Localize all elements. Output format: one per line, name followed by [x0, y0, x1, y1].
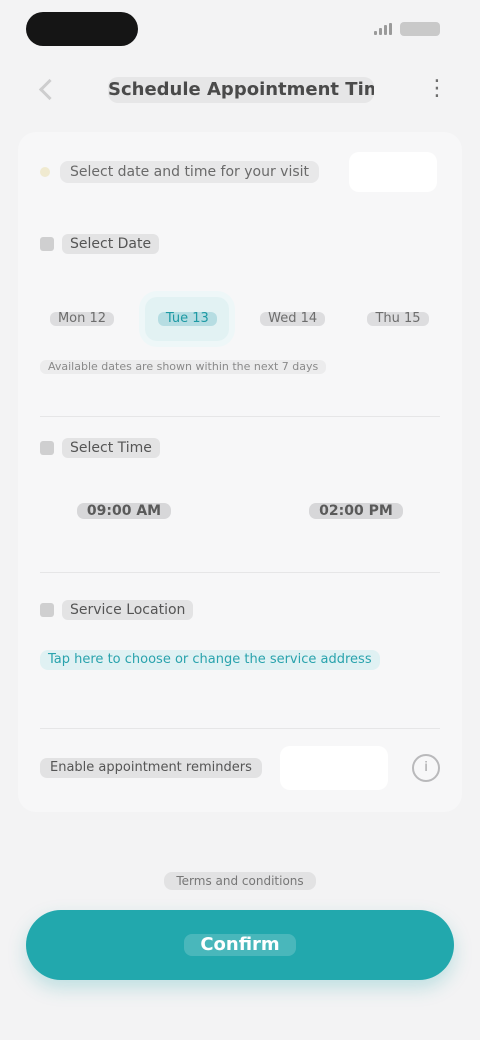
- back-icon[interactable]: [38, 78, 61, 101]
- battery-icon: [400, 22, 440, 36]
- date-option-3[interactable]: Thu 15: [356, 297, 440, 341]
- signal-icon: [374, 23, 392, 35]
- divider: [40, 416, 440, 417]
- info-icon[interactable]: i: [412, 754, 440, 782]
- time-option-1[interactable]: 02:00 PM: [298, 496, 414, 526]
- reminder-field[interactable]: [279, 746, 388, 790]
- header: Schedule Appointment Time ⋮: [0, 60, 480, 120]
- clock-icon: [40, 441, 54, 455]
- date-option-0[interactable]: Mon 12: [40, 297, 124, 341]
- status-indicators: [374, 22, 440, 36]
- status-bar: [0, 0, 480, 60]
- date-label: Select Date: [62, 234, 160, 254]
- time-section-label: Select Time: [40, 436, 440, 460]
- hint-dot-icon: [40, 167, 50, 177]
- date-option-1[interactable]: Tue 13: [145, 297, 230, 341]
- time-option-label: 02:00 PM: [309, 503, 403, 519]
- date-section-label: Select Date: [40, 232, 440, 256]
- divider: [40, 728, 440, 729]
- phone-screen: Schedule Appointment Time ⋮ Select date …: [0, 0, 480, 1040]
- location-pin-icon: [40, 603, 54, 617]
- time-option-label: 09:00 AM: [76, 503, 172, 519]
- confirm-button-label: Confirm: [184, 934, 296, 956]
- appointment-card: Select date and time for your visit Sele…: [18, 132, 462, 812]
- date-option-2[interactable]: Wed 14: [251, 297, 335, 341]
- confirm-button[interactable]: Confirm: [26, 910, 454, 980]
- location-link-text[interactable]: Tap here to choose or change the service…: [40, 650, 380, 670]
- date-option-label: Mon 12: [49, 312, 115, 326]
- status-pill: [26, 12, 138, 46]
- time-label: Select Time: [62, 438, 160, 458]
- time-section: Select Time 09:00 AM 02:00 PM: [40, 436, 440, 546]
- divider: [40, 572, 440, 573]
- date-option-label: Wed 14: [260, 312, 326, 326]
- location-link[interactable]: Tap here to choose or change the service…: [40, 650, 440, 670]
- hint-text: Select date and time for your visit: [60, 161, 320, 183]
- footer-note[interactable]: Terms and conditions: [0, 870, 480, 890]
- footer-note-text[interactable]: Terms and conditions: [164, 872, 316, 890]
- date-section: Select Date Mon 12 Tue 13 Wed 14 Thu 15 …: [40, 232, 440, 374]
- location-section: Service Location Tap here to choose or c…: [40, 598, 440, 670]
- location-label: Service Location: [62, 600, 194, 620]
- hint-row: Select date and time for your visit: [40, 150, 440, 194]
- date-note: Available dates are shown within the nex…: [40, 360, 440, 374]
- date-options: Mon 12 Tue 13 Wed 14 Thu 15: [40, 294, 440, 344]
- date-option-label: Thu 15: [367, 312, 429, 326]
- location-section-label: Service Location: [40, 598, 440, 622]
- reminder-label: Enable appointment reminders: [40, 758, 262, 778]
- page-title: Schedule Appointment Time: [108, 77, 374, 103]
- more-icon[interactable]: ⋮: [424, 76, 450, 102]
- time-options: 09:00 AM 02:00 PM: [40, 496, 440, 546]
- date-option-label: Tue 13: [157, 312, 217, 326]
- hint-input[interactable]: [349, 152, 438, 192]
- reminder-row: Enable appointment reminders i: [40, 744, 440, 792]
- date-note-text: Available dates are shown within the nex…: [40, 360, 327, 374]
- time-option-0[interactable]: 09:00 AM: [66, 496, 182, 526]
- calendar-icon: [40, 237, 54, 251]
